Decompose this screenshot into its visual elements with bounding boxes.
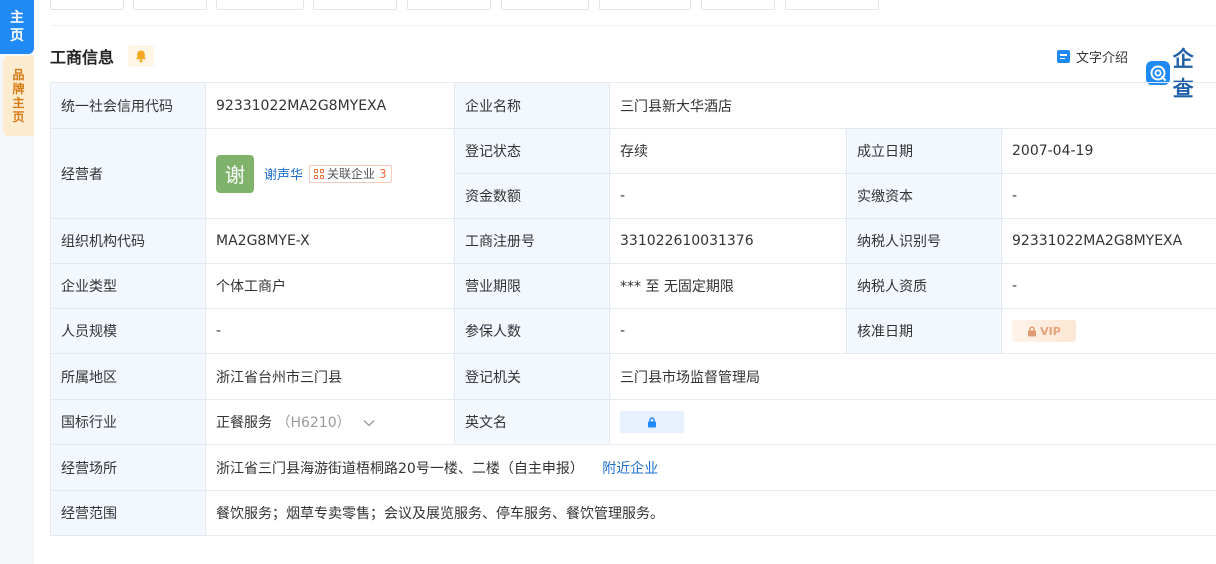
divider (50, 25, 1216, 26)
top-tab[interactable] (701, 0, 775, 10)
side-tab-brand-home[interactable]: 品牌主页 (3, 56, 34, 136)
operator-label: 经营者 (50, 128, 206, 219)
operator-info: 谢 谢声华 关联企业 3 (216, 154, 444, 193)
operator-name-link[interactable]: 谢声华 (264, 164, 303, 183)
english-name-cell (608, 399, 1216, 445)
table-row: 人员规模 - 参保人数 - 核准日期 VIP (50, 308, 1216, 354)
founded-label: 成立日期 (846, 128, 1002, 174)
relation-icon (314, 168, 325, 179)
approval-label: 核准日期 (846, 308, 1002, 354)
industry-value: 正餐服务 (216, 415, 272, 431)
top-tab[interactable] (407, 0, 491, 10)
credit-code-value: 92331022MA2G8MYEXA (205, 82, 455, 129)
capital-value: - (609, 173, 847, 219)
reg-no-label: 工商注册号 (454, 218, 610, 264)
related-companies-badge[interactable]: 关联企业 3 (309, 164, 392, 183)
table-row: 组织机构代码 MA2G8MYE-X 工商注册号 331022610031376 … (50, 218, 1216, 264)
document-icon (1057, 50, 1070, 63)
table-row: 经营者 谢 谢声华 关联企业 3 登记状态 存续 成立日期 2007-04-19 (50, 128, 1216, 219)
company-name-value: 三门县新大华酒店 (608, 82, 1216, 129)
english-name-lock-button[interactable] (620, 411, 684, 433)
vip-lock-button[interactable]: VIP (1012, 320, 1076, 342)
side-tab-home-label: 主页 (10, 10, 24, 44)
top-tab[interactable] (785, 0, 879, 10)
industry-cell[interactable]: 正餐服务 （H6210） (205, 399, 455, 445)
side-tab-home[interactable]: 主页 (0, 0, 34, 54)
address-value: 浙江省三门县海游街道梧桐路20号一楼、二楼（自主申报） (216, 460, 584, 477)
org-code-label: 组织机构代码 (50, 218, 206, 264)
top-tab[interactable] (50, 0, 124, 10)
taxpayer-qual-value: - (1000, 263, 1216, 309)
top-tab-strip (34, 0, 1216, 12)
authority-value: 三门县市场监督管理局 (608, 353, 1216, 400)
top-tab[interactable] (133, 0, 207, 10)
table-row: 所属地区 浙江省台州市三门县 登记机关 三门县市场监督管理局 (50, 353, 1216, 400)
paid-capital-value: - (1000, 173, 1216, 219)
company-name-label: 企业名称 (454, 82, 610, 129)
paid-capital-label: 实缴资本 (846, 173, 1002, 219)
english-name-label: 英文名 (454, 399, 610, 445)
scope-label: 经营范围 (50, 490, 206, 536)
type-label: 企业类型 (50, 263, 206, 309)
nearby-companies-link[interactable]: 附近企业 (602, 461, 658, 477)
chevron-down-icon[interactable] (363, 419, 375, 427)
term-value: *** 至 无固定期限 (609, 263, 847, 309)
staff-value: - (205, 308, 455, 354)
business-info-table: 统一社会信用代码 92331022MA2G8MYEXA 企业名称 三门县新大华酒… (50, 82, 1216, 536)
type-value: 个体工商户 (205, 263, 455, 309)
text-intro-label: 文字介绍 (1076, 51, 1129, 66)
section-header: 工商信息 (50, 44, 155, 68)
table-row: 经营场所 浙江省三门县海游街道梧桐路20号一楼、二楼（自主申报） 附近企业 (50, 444, 1216, 491)
operator-cell: 谢 谢声华 关联企业 3 (205, 128, 455, 219)
insured-value: - (609, 308, 847, 354)
top-tab[interactable] (313, 0, 397, 10)
industry-label: 国标行业 (50, 399, 206, 445)
bell-icon[interactable] (128, 45, 155, 67)
taxpayer-id-value: 92331022MA2G8MYEXA (1000, 218, 1216, 264)
lock-icon (1028, 325, 1037, 336)
text-intro-link[interactable]: 文字介绍 (1057, 47, 1128, 66)
address-label: 经营场所 (50, 444, 206, 491)
credit-code-label: 统一社会信用代码 (50, 82, 206, 129)
region-label: 所属地区 (50, 353, 206, 400)
table-row: 经营范围 餐饮服务；烟草专卖零售；会议及展览服务、停车服务、餐饮管理服务。 (50, 490, 1216, 536)
insured-label: 参保人数 (454, 308, 610, 354)
term-label: 营业期限 (454, 263, 610, 309)
side-tab-brand-label: 品牌主页 (12, 68, 25, 124)
taxpayer-id-label: 纳税人识别号 (846, 218, 1002, 264)
table-row: 统一社会信用代码 92331022MA2G8MYEXA 企业名称 三门县新大华酒… (50, 82, 1216, 129)
founded-value: 2007-04-19 (1000, 128, 1216, 174)
lock-icon (648, 416, 656, 427)
table-row: 国标行业 正餐服务 （H6210） 英文名 (50, 399, 1216, 445)
authority-label: 登记机关 (454, 353, 610, 400)
top-tab[interactable] (501, 0, 589, 10)
industry-code: （H6210） (276, 415, 351, 431)
reg-status-value: 存续 (609, 128, 847, 174)
top-tab[interactable] (216, 0, 304, 10)
capital-label: 资金数额 (454, 173, 610, 219)
region-value: 浙江省台州市三门县 (205, 353, 455, 400)
scope-value: 餐饮服务；烟草专卖零售；会议及展览服务、停车服务、餐饮管理服务。 (204, 490, 1216, 536)
related-label: 关联企业 (327, 167, 376, 181)
org-code-value: MA2G8MYE-X (205, 218, 455, 264)
related-count: 3 (379, 166, 387, 181)
address-cell: 浙江省三门县海游街道梧桐路20号一楼、二楼（自主申报） 附近企业 (204, 444, 1216, 491)
avatar[interactable]: 谢 (216, 154, 254, 193)
reg-no-value: 331022610031376 (609, 218, 847, 264)
vip-label: VIP (1040, 324, 1061, 338)
side-tabs: 主页 品牌主页 (0, 0, 34, 564)
main-card: 工商信息 文字介绍 企查 统一社会信用代码 92331022MA2G8MYEXA… (34, 0, 1216, 564)
table-row: 企业类型 个体工商户 营业期限 *** 至 无固定期限 纳税人资质 - (50, 263, 1216, 309)
section-title: 工商信息 (50, 48, 115, 67)
staff-label: 人员规模 (50, 308, 206, 354)
taxpayer-qual-label: 纳税人资质 (846, 263, 1002, 309)
approval-cell: VIP (1000, 308, 1216, 354)
reg-status-label: 登记状态 (454, 128, 610, 174)
top-tab[interactable] (599, 0, 691, 10)
